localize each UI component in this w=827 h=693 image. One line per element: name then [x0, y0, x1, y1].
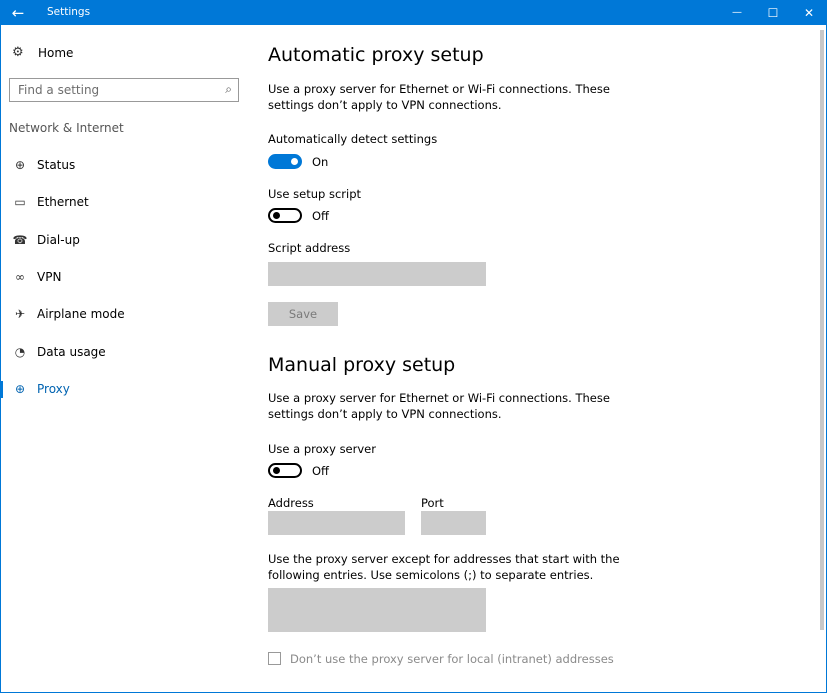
airplane-icon: ✈: [14, 307, 26, 321]
use-proxy-toggle[interactable]: [268, 463, 302, 478]
minimize-button[interactable]: —: [719, 0, 755, 25]
setup-script-state: Off: [312, 209, 329, 223]
port-label: Port: [421, 496, 444, 510]
proxy-port-input[interactable]: [421, 511, 486, 535]
exceptions-input[interactable]: [268, 588, 486, 632]
window-title: Settings: [47, 6, 91, 18]
minimize-icon: —: [732, 7, 742, 18]
sidebar-item-ethernet[interactable]: ▭ Ethernet: [0, 190, 240, 214]
gear-icon: ⚙: [12, 45, 24, 60]
sidebar-item-label: Data usage: [37, 345, 106, 359]
proxy-address-input[interactable]: [268, 511, 405, 535]
scrollbar[interactable]: [820, 30, 824, 630]
sidebar-item-data-usage[interactable]: ◔ Data usage: [0, 340, 240, 364]
dialup-icon: ☎: [12, 233, 28, 247]
sidebar-item-label: Airplane mode: [37, 307, 125, 321]
globe-status-icon: ⊕: [14, 158, 26, 172]
globe-icon: ⊕: [14, 382, 26, 396]
sidebar-home[interactable]: ⚙ Home: [12, 45, 73, 60]
title-bar: ← Settings — ☐ ✕: [0, 0, 827, 25]
ethernet-icon: ▭: [14, 195, 26, 209]
home-label: Home: [38, 45, 74, 60]
setup-script-label: Use setup script: [268, 187, 362, 201]
search-input[interactable]: [10, 79, 226, 101]
sidebar-item-label: Status: [37, 158, 76, 172]
sidebar-item-label: VPN: [37, 270, 62, 284]
auto-detect-state: On: [312, 155, 329, 169]
exceptions-description: Use the proxy server except for addresse…: [268, 552, 620, 582]
sidebar-item-label: Ethernet: [37, 195, 89, 209]
sidebar-item-label: Proxy: [37, 382, 70, 396]
script-address-input[interactable]: [268, 262, 486, 286]
back-arrow-icon: ←: [11, 3, 25, 22]
sidebar-item-airplane-mode[interactable]: ✈ Airplane mode: [0, 302, 240, 326]
toggle-knob: [291, 158, 298, 165]
address-label: Address: [268, 496, 314, 510]
close-icon: ✕: [803, 5, 815, 20]
setup-script-toggle[interactable]: [268, 208, 302, 223]
manual-proxy-description: Use a proxy server for Ethernet or Wi-Fi…: [268, 391, 610, 421]
local-bypass-label: Don’t use the proxy server for local (in…: [290, 652, 614, 666]
toggle-knob: [273, 467, 280, 474]
sidebar-item-proxy[interactable]: ⊕ Proxy: [0, 377, 240, 401]
sidebar-item-status[interactable]: ⊕ Status: [0, 153, 240, 177]
search-box[interactable]: ⌕: [9, 78, 239, 102]
local-bypass-checkbox[interactable]: [268, 652, 281, 665]
use-proxy-state: Off: [312, 464, 329, 478]
pie-chart-icon: ◔: [14, 345, 26, 359]
sidebar-item-vpn[interactable]: ∞ VPN: [0, 265, 240, 289]
maximize-icon: ☐: [767, 5, 779, 20]
auto-detect-toggle[interactable]: [268, 154, 302, 169]
sidebar-item-dialup[interactable]: ☎ Dial-up: [0, 228, 240, 252]
sidebar-item-label: Dial-up: [37, 233, 80, 247]
maximize-button[interactable]: ☐: [755, 0, 791, 25]
close-button[interactable]: ✕: [791, 0, 827, 25]
save-button[interactable]: Save: [268, 302, 338, 326]
auto-detect-label: Automatically detect settings: [268, 132, 438, 146]
back-button[interactable]: ←: [0, 0, 36, 25]
use-proxy-label: Use a proxy server: [268, 442, 376, 456]
vpn-icon: ∞: [15, 270, 25, 284]
manual-proxy-heading: Manual proxy setup: [268, 354, 456, 376]
automatic-proxy-heading: Automatic proxy setup: [268, 44, 484, 66]
script-address-label: Script address: [268, 241, 351, 255]
search-icon[interactable]: ⌕: [225, 82, 232, 97]
toggle-knob: [273, 212, 280, 219]
sidebar-group-label: Network & Internet: [9, 121, 124, 135]
automatic-proxy-description: Use a proxy server for Ethernet or Wi-Fi…: [268, 82, 610, 112]
